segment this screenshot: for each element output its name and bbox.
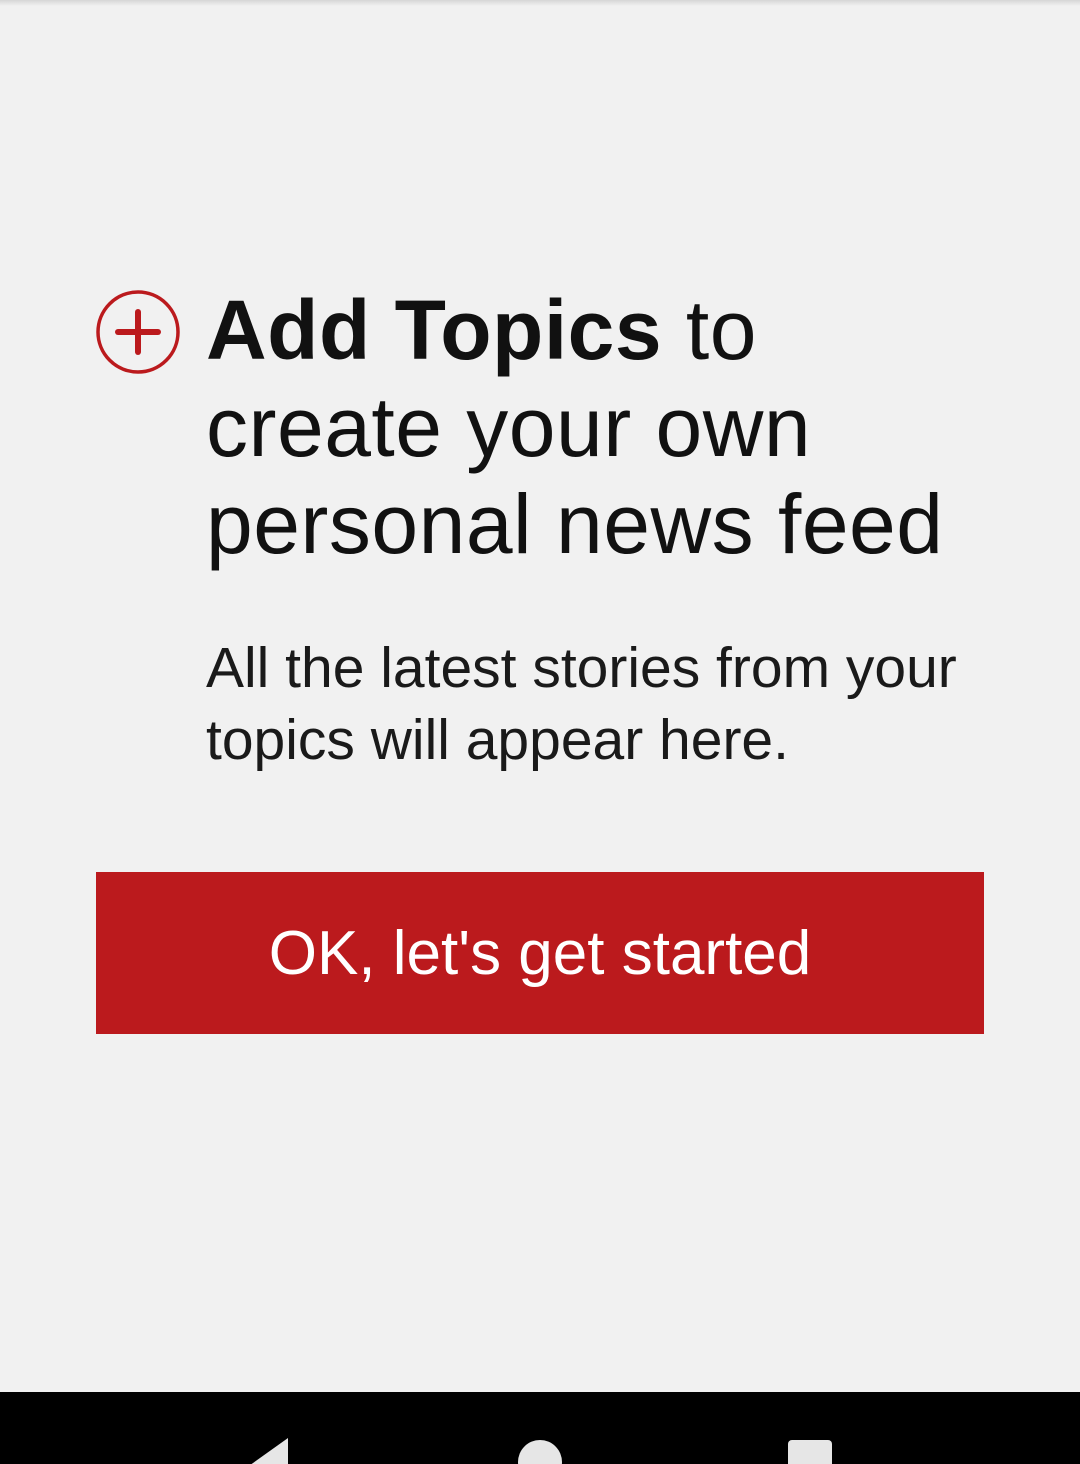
plus-circle-icon — [96, 290, 180, 374]
home-icon[interactable] — [518, 1440, 562, 1464]
onboarding-subtext: All the latest stories from your topics … — [206, 636, 957, 772]
headline: Add Topics to create your own personal n… — [206, 282, 1006, 573]
app-bar-shadow — [0, 0, 1080, 6]
headline-bold: Add Topics — [206, 283, 663, 377]
get-started-button[interactable]: OK, let's get started — [96, 872, 984, 1034]
recents-icon[interactable] — [788, 1440, 832, 1464]
back-icon[interactable] — [244, 1438, 290, 1464]
onboarding-screen: Add Topics to create your own personal n… — [0, 0, 1080, 1464]
system-nav-bar — [0, 1392, 1080, 1464]
